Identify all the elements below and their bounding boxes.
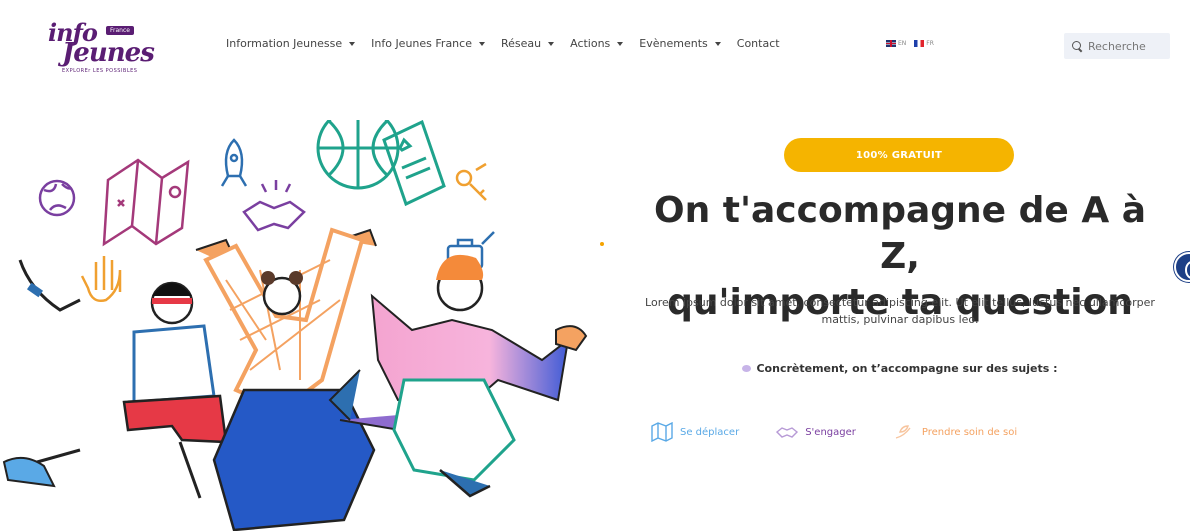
nav-item-label: Information Jeunesse <box>226 37 343 50</box>
speech-bubble-icon <box>742 365 752 372</box>
hand-icon <box>80 256 122 302</box>
nav-item-label: Actions <box>570 37 611 50</box>
basketball-icon <box>316 120 400 190</box>
person-middle <box>195 227 411 531</box>
care-icon <box>895 425 911 439</box>
ticket-icon <box>382 120 446 207</box>
map-icon <box>651 422 673 442</box>
topic-label: Se déplacer <box>680 426 740 438</box>
logo-tagline: EXPLOREr LES POSSIBLES <box>62 68 138 74</box>
topic-label: Prendre soin de soi <box>921 426 1018 438</box>
topic-s-engager[interactable]: S'engager <box>775 422 856 442</box>
main-nav: Information Jeunesse Info Jeunes France … <box>226 37 796 50</box>
logo-badge: France <box>106 26 134 35</box>
topics-intro-text: Concrètement, on t’accompagne sur des su… <box>756 362 1058 375</box>
site-header: info France Jeunes EXPLOREr LES POSSIBLE… <box>0 0 1190 90</box>
lang-option-en[interactable]: EN <box>886 40 906 47</box>
map-icon <box>102 158 190 247</box>
hero-title-line-1: On t'accompagne de A à Z, <box>653 190 1147 277</box>
search-icon <box>1072 40 1083 52</box>
topic-links: Se déplacer S'engager Prendre soin de so… <box>650 422 1070 442</box>
uk-flag-icon <box>886 40 896 47</box>
topics-intro: Concrètement, on t’accompagne sur des su… <box>640 362 1160 375</box>
free-badge: 100% GRATUIT <box>784 138 1014 172</box>
lang-label-en: EN <box>898 40 907 47</box>
chevron-down-icon <box>349 41 356 46</box>
site-logo[interactable]: info France Jeunes EXPLOREr LES POSSIBLE… <box>48 18 158 76</box>
topic-label: S'engager <box>805 426 856 438</box>
topic-prendre-soin[interactable]: Prendre soin de soi <box>892 422 1017 442</box>
chevron-down-icon <box>478 41 485 46</box>
nav-item-info-jeunes-france[interactable]: Info Jeunes France <box>371 37 485 50</box>
person-left <box>2 259 228 499</box>
nav-item-label: Evènements <box>639 37 708 50</box>
logo-main-text: Jeunes <box>62 38 155 68</box>
rocket-icon <box>220 138 248 187</box>
accessibility-widget-button[interactable] <box>1174 252 1190 282</box>
chevron-down-icon <box>548 41 555 46</box>
handshake-icon <box>776 427 799 438</box>
topic-se-deplacer[interactable]: Se déplacer <box>650 422 739 442</box>
decorative-dot <box>600 242 604 246</box>
nav-item-label: Réseau <box>500 37 542 50</box>
handshake-icon <box>242 180 306 232</box>
keys-icon <box>455 162 487 201</box>
hero-description: Lorem ipsum dolor sit amet, consectetur … <box>645 296 1155 326</box>
lang-option-fr[interactable]: FR <box>914 40 934 47</box>
nav-item-actions[interactable]: Actions <box>570 37 624 50</box>
nav-item-reseau[interactable]: Réseau <box>500 37 555 50</box>
search-placeholder: Recherche <box>1088 39 1146 53</box>
hero-illustration <box>2 120 588 531</box>
nav-item-label: Info Jeunes France <box>371 37 472 50</box>
nav-item-information-jeunesse[interactable]: Information Jeunesse <box>226 37 356 50</box>
chevron-down-icon <box>617 41 624 46</box>
globe-icon <box>38 179 76 217</box>
nav-item-contact[interactable]: Contact <box>737 37 780 50</box>
chevron-down-icon <box>714 41 721 46</box>
search-input[interactable]: Recherche <box>1064 33 1170 59</box>
nav-item-label: Contact <box>736 37 780 50</box>
france-flag-icon <box>914 40 925 47</box>
language-switcher: EN FR <box>886 40 934 47</box>
lang-label-fr: FR <box>926 40 934 47</box>
nav-item-evenements[interactable]: Evènements <box>639 37 721 50</box>
